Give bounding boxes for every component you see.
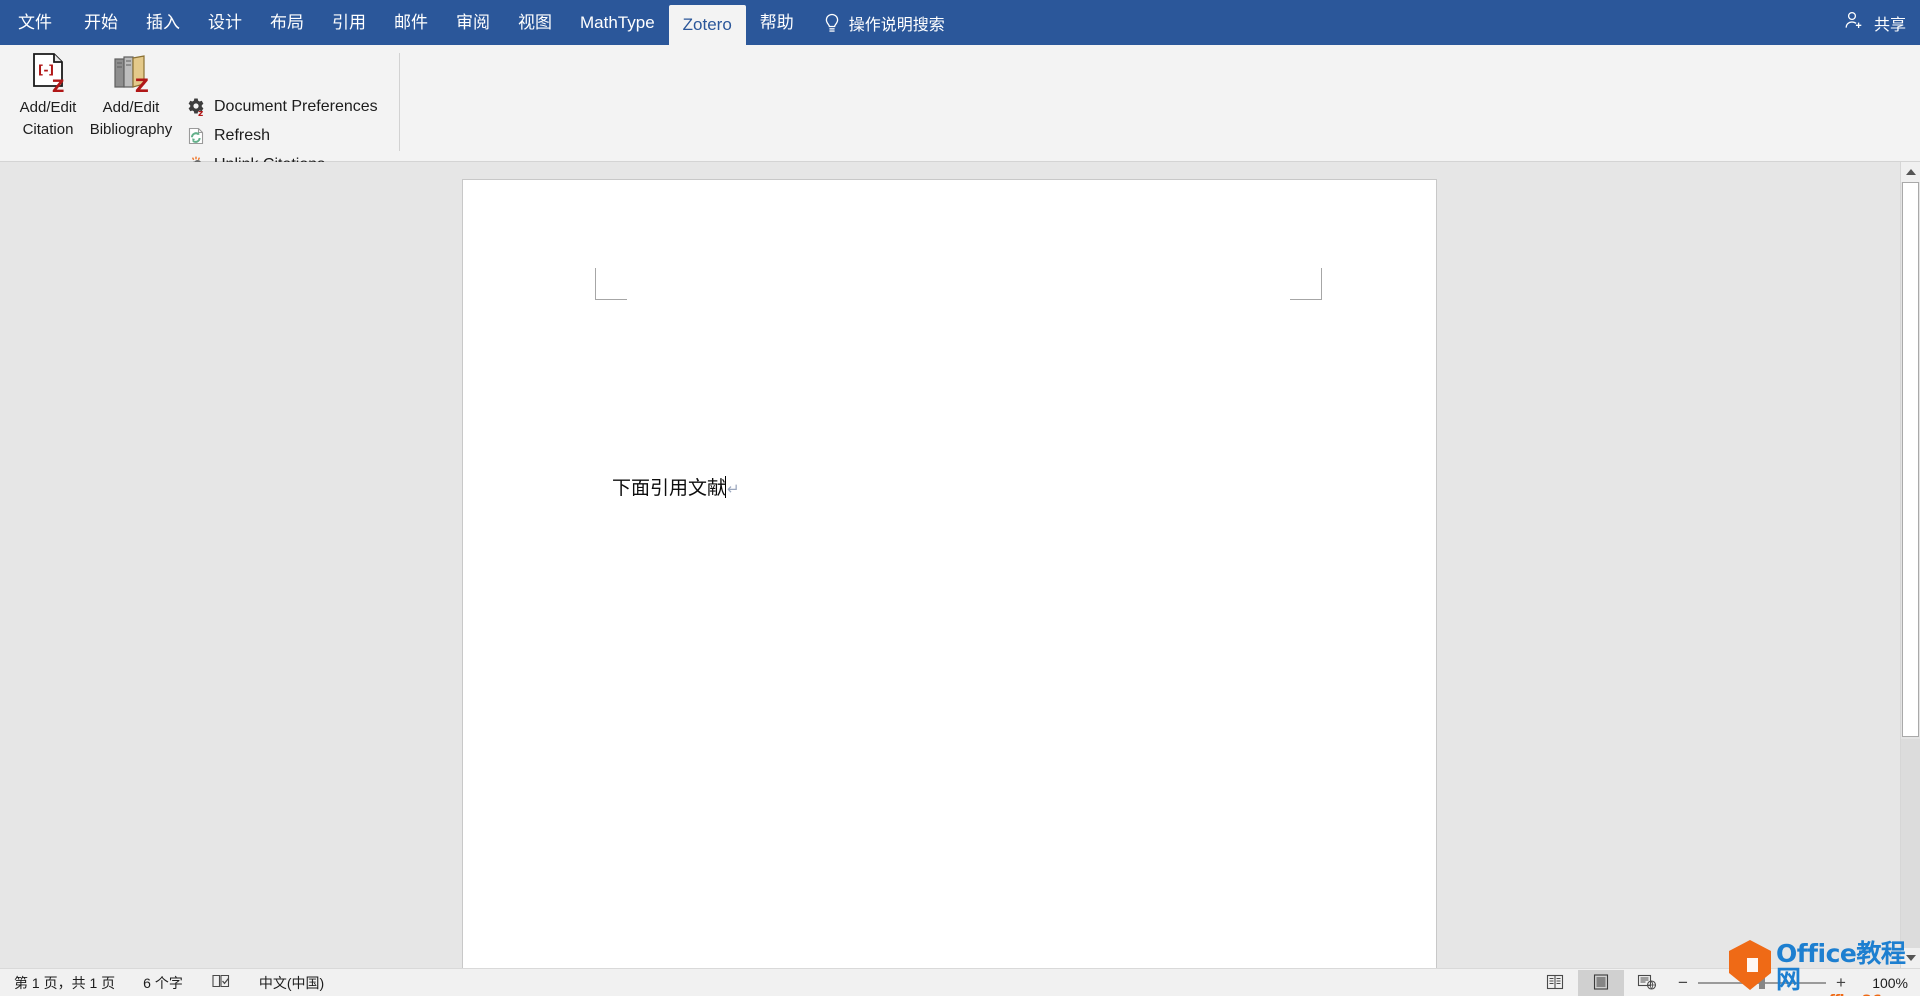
add-edit-bibliography-label-2: Bibliography	[89, 121, 173, 138]
add-edit-bibliography-icon: Z	[66, 51, 196, 95]
svg-text:[-]: [-]	[38, 63, 54, 77]
tell-me-search[interactable]: 操作说明搜索	[808, 0, 955, 45]
tab-home[interactable]: 开始	[70, 0, 132, 45]
language-indicator[interactable]: 中文(中国)	[245, 973, 338, 993]
word-window: 文件 开始 插入 设计 布局 引用 邮件 审阅 视图 MathType Zote…	[0, 0, 1920, 996]
document-canvas[interactable]: 下面引用文献↵	[0, 162, 1900, 968]
web-layout-view-button[interactable]	[1624, 970, 1670, 996]
web-layout-icon	[1637, 974, 1657, 993]
tab-file[interactable]: 文件	[0, 0, 70, 45]
print-layout-icon	[1592, 973, 1610, 993]
person-add-icon	[1844, 10, 1866, 35]
tab-view[interactable]: 视图	[504, 0, 566, 45]
tab-references[interactable]: 引用	[318, 0, 380, 45]
lightbulb-icon	[824, 13, 840, 33]
proofing-errors-button[interactable]	[197, 973, 245, 992]
scroll-up-button[interactable]	[1901, 162, 1920, 182]
tab-layout[interactable]: 布局	[256, 0, 318, 45]
chevron-up-icon	[1905, 169, 1916, 175]
tab-zotero[interactable]: Zotero	[668, 5, 746, 45]
tell-me-label: 操作说明搜索	[848, 16, 945, 34]
zoom-slider[interactable]	[1698, 977, 1826, 989]
read-mode-view-button[interactable]	[1532, 970, 1578, 996]
refresh-icon	[186, 126, 206, 146]
zoom-in-button[interactable]: +	[1834, 973, 1848, 993]
tab-review[interactable]: 审阅	[442, 0, 504, 45]
ribbon-body: [-] Z Add/Edit Citation Z Add/Edit Bibli…	[0, 45, 1920, 200]
print-layout-view-button[interactable]	[1578, 970, 1624, 996]
status-bar: 第 1 页，共 1 页 6 个字 中文(中国) − + 100%	[0, 968, 1920, 996]
document-preferences-label: Document Preferences	[214, 98, 378, 115]
read-mode-icon	[1546, 974, 1564, 993]
vertical-scrollbar[interactable]	[1900, 162, 1920, 968]
proofing-errors-icon	[211, 973, 231, 992]
refresh-button[interactable]: Refresh	[186, 122, 270, 150]
word-count[interactable]: 6 个字	[129, 973, 197, 993]
paragraph-mark: ↵	[727, 480, 740, 498]
document-text: 下面引用文献	[612, 477, 727, 499]
tab-mathtype[interactable]: MathType	[566, 0, 669, 45]
margin-marker-top-right	[1290, 268, 1322, 300]
share-button[interactable]: 共享	[1844, 0, 1906, 45]
document-page[interactable]: 下面引用文献↵	[462, 179, 1437, 968]
document-preferences-icon: z	[186, 97, 206, 117]
margin-marker-top-left	[595, 268, 627, 300]
zoom-control[interactable]: − + 100%	[1670, 973, 1920, 993]
svg-text:z: z	[198, 109, 203, 117]
scrollbar-track[interactable]	[1901, 739, 1920, 948]
scrollbar-thumb[interactable]	[1902, 182, 1919, 737]
scroll-down-button[interactable]	[1901, 948, 1920, 968]
document-paragraph[interactable]: 下面引用文献↵	[612, 473, 740, 500]
zoom-level[interactable]: 100%	[1856, 975, 1908, 991]
add-edit-bibliography-label-1: Add/Edit	[102, 99, 160, 116]
chevron-down-icon	[1905, 955, 1916, 961]
tab-insert[interactable]: 插入	[132, 0, 194, 45]
add-edit-bibliography-button[interactable]: Z Add/Edit Bibliography	[66, 51, 196, 139]
refresh-label: Refresh	[214, 127, 271, 144]
ribbon-tab-bar: 文件 开始 插入 设计 布局 引用 邮件 审阅 视图 MathType Zote…	[0, 0, 1920, 45]
text-caret	[725, 476, 727, 498]
svg-text:Z: Z	[52, 77, 64, 94]
tab-mailings[interactable]: 邮件	[380, 0, 442, 45]
tab-design[interactable]: 设计	[194, 0, 256, 45]
page-indicator[interactable]: 第 1 页，共 1 页	[0, 973, 129, 993]
zoom-slider-handle[interactable]	[1759, 977, 1765, 989]
svg-text:Z: Z	[135, 75, 149, 94]
group-separator	[399, 53, 400, 151]
share-label: 共享	[1873, 16, 1906, 34]
ribbon-group-zotero: [-] Z Add/Edit Citation Z Add/Edit Bibli…	[0, 45, 400, 200]
tab-help[interactable]: 帮助	[746, 0, 808, 45]
document-preferences-button[interactable]: z Document Preferences	[186, 93, 378, 121]
status-bar-right: − + 100%	[1532, 969, 1920, 996]
zoom-out-button[interactable]: −	[1676, 973, 1690, 993]
